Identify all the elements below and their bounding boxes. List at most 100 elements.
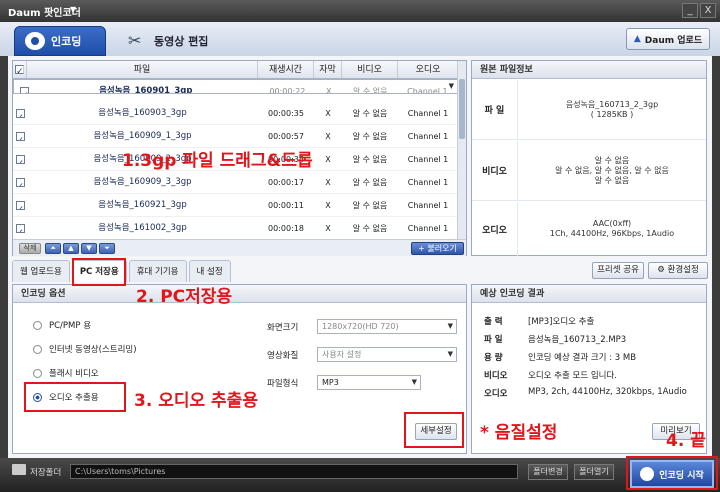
move-down-button[interactable]: ▼ — [81, 243, 97, 254]
row-checkbox[interactable] — [15, 201, 25, 210]
row-checkbox[interactable] — [15, 224, 25, 233]
env-settings-button[interactable]: ⚙ 환경설정 — [648, 262, 708, 279]
annotation-step3: 3. 오디오 추출용 — [134, 391, 258, 411]
table-row[interactable]: 음성녹음_160909_3_3gp 00:00:17 X 알 수 없음 Channel … — [13, 171, 458, 194]
upload-icon: ▲ — [633, 34, 641, 44]
col-subtitle[interactable]: 자막 — [314, 61, 342, 78]
annotation-step4: 4. 끝 — [666, 431, 706, 451]
tab-encoding-label: 인코딩 — [51, 35, 82, 48]
load-file-button[interactable]: + 불러오기 — [411, 242, 464, 255]
row-subtitle: X — [325, 155, 331, 164]
annotation-step2: 2. PC저장용 — [136, 287, 233, 307]
app-window: Daum 팟인코더 ▼ _ X 인코딩 ✂ 동영상 편집 ▲Daum 업로드 파… — [0, 0, 720, 492]
close-button[interactable]: X — [700, 3, 716, 18]
row-duration: 00:00:11 — [268, 201, 304, 210]
tab-video-edit[interactable]: ✂ 동영상 편집 — [118, 26, 228, 56]
tab-video-edit-label: 동영상 편집 — [154, 35, 209, 48]
row-check[interactable] — [13, 217, 27, 239]
minimize-button[interactable]: _ — [682, 3, 698, 18]
quality-select[interactable]: 사용자 설정 — [317, 347, 457, 362]
preset-share-button[interactable]: 프리셋 공유 — [592, 262, 644, 279]
result-value: 오디오 추출 모드 입니다. — [528, 371, 618, 381]
col-file[interactable]: 파일 — [27, 61, 258, 78]
row-video: 알 수 없음 — [352, 201, 388, 210]
result-value: 인코딩 예상 결과 크기 : 3 MB — [528, 353, 637, 363]
screen-size-row: 화면크기 1280x720(HD 720) — [267, 319, 457, 334]
row-checkbox[interactable] — [15, 178, 25, 187]
table-row[interactable]: 음성녹음_160903_3gp 00:00:35 X 알 수 없음 Channel 1 — [13, 102, 458, 125]
open-folder-button[interactable]: 폴더열기 — [574, 464, 614, 480]
highlight-start-button — [626, 456, 718, 490]
result-key: 오디오 — [484, 389, 508, 399]
row-check[interactable] — [13, 125, 27, 147]
radio-flash[interactable]: 플래시 비디오 — [33, 367, 99, 379]
tab-encoding[interactable]: 인코딩 — [14, 26, 106, 56]
row-subtitle: X — [325, 201, 331, 210]
folder-icon — [12, 464, 26, 475]
tab-my-settings[interactable]: 내 설정 — [188, 260, 231, 282]
result-key: 비디오 — [484, 371, 508, 381]
row-file-name: 음성녹음_160921_3gp — [98, 200, 187, 210]
move-top-button[interactable]: ⏶ — [45, 243, 61, 254]
save-path-field[interactable]: C:\Users\toms\Pictures — [70, 464, 518, 479]
header-check[interactable] — [13, 61, 27, 81]
row-audio: Channel 1 — [407, 132, 449, 141]
tab-mobile[interactable]: 휴대 기기용 — [128, 260, 187, 282]
row-checkbox[interactable] — [15, 109, 25, 118]
row-video: 알 수 없음 — [352, 87, 388, 93]
row-check[interactable] — [13, 148, 27, 170]
table-row[interactable]: 음성녹음_160921_3gp 00:00:11 X 알 수 없음 Channel 1 — [13, 194, 458, 217]
row-duration: 00:00:35 — [268, 109, 304, 118]
scroll-thumb[interactable] — [459, 79, 465, 139]
row-audio: Channel 1 — [407, 201, 449, 210]
row-check[interactable] — [13, 171, 27, 193]
row-file-name: 음성녹음_160903_3gp — [98, 108, 187, 118]
disc-icon — [25, 32, 45, 50]
row-file-name: 음성녹음_160909_3_3gp — [93, 177, 192, 187]
move-up-button[interactable]: ▲ — [63, 243, 79, 254]
daum-upload-button[interactable]: ▲ Daum 업로드 — [626, 28, 710, 50]
result-row: 오디오 MP3, 2ch, 44100Hz, 320kbps, 1Audio — [484, 387, 687, 399]
format-select[interactable]: MP3 — [317, 375, 421, 390]
radio-streaming[interactable]: 인터넷 동영상(스트리밍) — [33, 343, 137, 355]
row-check[interactable] — [13, 194, 27, 216]
move-bottom-button[interactable]: ⏷ — [99, 243, 115, 254]
result-row: 파 일 음성녹음_160713_2.MP3 — [484, 333, 626, 345]
annotation-step1: 1.3gp 파일 드래그&드롭 — [122, 151, 313, 171]
plus-icon: + — [418, 244, 428, 253]
file-list-scrollbar[interactable] — [457, 61, 466, 239]
row-checkbox[interactable] — [15, 132, 25, 141]
highlight-pc-tab — [72, 258, 126, 286]
row-check[interactable] — [13, 102, 27, 124]
screen-size-select[interactable]: 1280x720(HD 720) — [317, 319, 457, 334]
title-menu-arrow[interactable]: ▼ — [70, 5, 76, 14]
source-audio-line2: 1Ch, 44100Hz, 96Kbps, 1Audio — [549, 229, 675, 238]
col-video[interactable]: 비디오 — [342, 61, 398, 78]
env-settings-label: 환경설정 — [667, 265, 699, 275]
col-duration[interactable]: 재생시간 — [258, 61, 314, 78]
delete-button[interactable]: 삭제 — [19, 243, 41, 254]
row-duration: 00:00:57 — [268, 132, 304, 141]
table-row[interactable]: 음성녹음_160901_3gp 00:00:22 X 알 수 없음 Channel 1 — [13, 79, 458, 94]
file-table-header: 파일 재생시간 자막 비디오 오디오 — [13, 61, 458, 81]
row-checkbox[interactable] — [15, 155, 25, 164]
row-video: 알 수 없음 — [352, 178, 388, 187]
source-video-line1: 알 수 없음 — [594, 155, 630, 165]
row-file-name: 음성녹음_160909_1_3gp — [93, 131, 192, 141]
radio-pc-pmp[interactable]: PC/PMP 용 — [33, 319, 91, 331]
change-folder-button[interactable]: 폴더변경 — [528, 464, 568, 480]
row-audio: Channel 1 — [407, 155, 449, 164]
quality-label: 영상화질 — [267, 350, 299, 361]
col-audio[interactable]: 오디오 — [398, 61, 458, 78]
source-audio-label: 오디오 — [472, 202, 518, 256]
table-row[interactable]: 음성녹음_161002_3gp 00:00:18 X 알 수 없음 Channel 1 — [13, 217, 458, 240]
row-checkbox[interactable] — [20, 87, 30, 93]
row-check[interactable] — [18, 80, 32, 93]
row-audio: Channel 1 — [407, 178, 449, 187]
tab-web-upload[interactable]: 웹 업로드용 — [12, 260, 70, 282]
row-duration: 00:00:22 — [269, 87, 306, 93]
result-value: [MP3]오디오 추출 — [528, 317, 595, 327]
table-row[interactable]: 음성녹음_160909_1_3gp 00:00:57 X 알 수 없음 Channel … — [13, 125, 458, 148]
row-subtitle: X — [325, 132, 331, 141]
row-subtitle: X — [326, 87, 332, 93]
